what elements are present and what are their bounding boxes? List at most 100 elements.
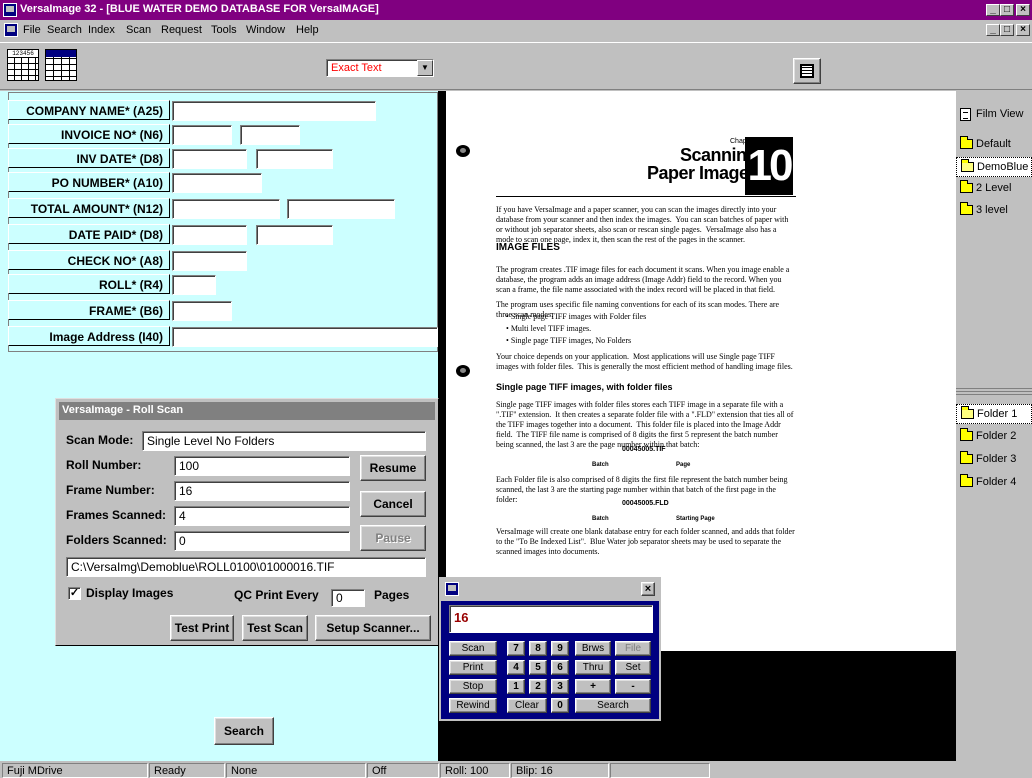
minimize-button[interactable]: _ xyxy=(986,4,1000,16)
resume-button[interactable]: Resume xyxy=(360,455,426,481)
invoice-no-to-input[interactable] xyxy=(240,125,300,145)
folder-icon xyxy=(960,202,973,215)
title-bar: VersaImage 32 - [BLUE WATER DEMO DATABAS… xyxy=(0,0,1032,20)
roll-number-field[interactable]: 100 xyxy=(174,456,350,476)
display-images-checkbox[interactable]: ✓ xyxy=(68,587,81,600)
film-viewer-button[interactable] xyxy=(793,58,821,84)
app-icon[interactable] xyxy=(3,3,17,17)
test-print-button[interactable]: Test Print xyxy=(170,615,234,641)
field-label-po-number: PO NUMBER* (A10) xyxy=(8,172,170,192)
qc-print-input[interactable]: 0 xyxy=(331,589,365,607)
doc-para: VersaImage will create one blank databas… xyxy=(496,527,797,556)
minus-key[interactable]: - xyxy=(615,679,651,694)
thru-key[interactable]: Thru xyxy=(575,660,611,675)
chevron-down-icon[interactable]: ▼ xyxy=(417,60,433,76)
date-paid-input[interactable] xyxy=(172,225,247,245)
company-name-input[interactable] xyxy=(172,101,376,121)
pause-button[interactable]: Pause xyxy=(360,525,426,551)
plus-key[interactable]: + xyxy=(575,679,611,694)
key-5[interactable]: 5 xyxy=(529,660,547,675)
status-roll: Roll: 100 xyxy=(440,763,510,778)
frame-input[interactable] xyxy=(172,301,232,321)
key-6[interactable]: 6 xyxy=(551,660,569,675)
stop-key[interactable]: Stop xyxy=(449,679,497,694)
key-0[interactable]: 0 xyxy=(551,698,569,713)
doc-para: Your choice depends on your application.… xyxy=(496,352,793,371)
setup-scanner-button[interactable]: Setup Scanner... xyxy=(315,615,431,641)
document-icon[interactable] xyxy=(4,23,18,37)
level-item-3-level[interactable]: 3 level xyxy=(956,201,1032,221)
date-paid-to-input[interactable] xyxy=(256,225,333,245)
clear-key[interactable]: Clear xyxy=(507,698,547,713)
folder-item-4[interactable]: Folder 4 xyxy=(956,473,1032,493)
scan-mode-field[interactable]: Single Level No Folders xyxy=(142,431,426,451)
child-minimize-button[interactable]: _ xyxy=(986,24,1000,36)
folder-item-2[interactable]: Folder 2 xyxy=(956,427,1032,447)
table-view-icon[interactable] xyxy=(45,49,77,81)
pages-label: Pages xyxy=(374,588,410,602)
menu-index[interactable]: Index xyxy=(88,24,115,36)
qc-print-label: QC Print Every xyxy=(234,588,319,602)
key-9[interactable]: 9 xyxy=(551,641,569,656)
image-address-input[interactable] xyxy=(172,327,438,347)
folder-item-3[interactable]: Folder 3 xyxy=(956,450,1032,470)
film-view-item[interactable]: Film View xyxy=(956,105,1032,125)
rewind-key[interactable]: Rewind xyxy=(449,698,497,713)
menu-window[interactable]: Window xyxy=(246,24,285,36)
key-7[interactable]: 7 xyxy=(507,641,525,656)
pane-splitter-line xyxy=(956,391,1032,392)
menu-scan[interactable]: Scan xyxy=(126,24,151,36)
doc-heading: Single page TIFF images, with folder fil… xyxy=(496,382,673,392)
folder-icon xyxy=(960,136,973,149)
menu-request[interactable]: Request xyxy=(161,24,202,36)
menu-tools[interactable]: Tools xyxy=(211,24,237,36)
scan-key[interactable]: Scan xyxy=(449,641,497,656)
folder-item-1[interactable]: Folder 1 xyxy=(956,404,1032,424)
keypad-icon xyxy=(445,582,459,596)
doc-bullet: • Multi level TIFF images. xyxy=(506,324,592,333)
set-key[interactable]: Set xyxy=(615,660,651,675)
menu-search[interactable]: Search xyxy=(47,24,82,36)
level-item-default[interactable]: Default xyxy=(956,135,1032,155)
key-2[interactable]: 2 xyxy=(529,679,547,694)
key-4[interactable]: 4 xyxy=(507,660,525,675)
key-8[interactable]: 8 xyxy=(529,641,547,656)
inv-date-to-input[interactable] xyxy=(256,149,333,169)
cancel-button[interactable]: Cancel xyxy=(360,491,426,517)
menu-file[interactable]: File xyxy=(23,24,41,36)
form-view-icon[interactable]: 123456 xyxy=(7,49,39,81)
inv-date-input[interactable] xyxy=(172,149,247,169)
check-no-input[interactable] xyxy=(172,251,247,271)
invoice-no-input[interactable] xyxy=(172,125,232,145)
level-item-2-level[interactable]: 2 Level xyxy=(956,179,1032,199)
status-extra xyxy=(610,763,710,778)
status-mode: None xyxy=(226,763,366,778)
frame-number-label: Frame Number: xyxy=(66,483,155,497)
search-key[interactable]: Search xyxy=(575,698,651,713)
frame-number-field[interactable]: 16 xyxy=(174,481,350,501)
po-number-input[interactable] xyxy=(172,173,262,193)
doc-para: If you have VersaImage and a paper scann… xyxy=(496,205,791,244)
close-icon[interactable]: × xyxy=(641,582,655,596)
child-close-button[interactable]: × xyxy=(1016,24,1030,36)
test-scan-button[interactable]: Test Scan xyxy=(242,615,308,641)
print-key[interactable]: Print xyxy=(449,660,497,675)
search-button[interactable]: Search xyxy=(214,717,274,745)
roll-scan-dialog: VersaImage - Roll Scan Scan Mode: Single… xyxy=(55,398,439,646)
close-button[interactable]: × xyxy=(1016,4,1030,16)
level-item-demoblue[interactable]: DemoBlue xyxy=(956,157,1032,177)
roll-input[interactable] xyxy=(172,275,216,295)
total-amount-to-input[interactable] xyxy=(287,199,395,219)
browse-key[interactable]: Brws xyxy=(575,641,611,656)
search-mode-select[interactable]: Exact Text ▼ xyxy=(326,59,434,77)
restore-button[interactable]: □ xyxy=(1000,4,1014,16)
child-restore-button[interactable]: □ xyxy=(1000,24,1014,36)
pane-splitter[interactable] xyxy=(956,388,1032,389)
field-label-image-address: Image Address (I40) xyxy=(8,326,170,346)
total-amount-input[interactable] xyxy=(172,199,280,219)
folder-icon xyxy=(960,451,973,464)
key-3[interactable]: 3 xyxy=(551,679,569,694)
file-key[interactable]: File xyxy=(615,641,651,656)
key-1[interactable]: 1 xyxy=(507,679,525,694)
menu-help[interactable]: Help xyxy=(296,24,319,36)
